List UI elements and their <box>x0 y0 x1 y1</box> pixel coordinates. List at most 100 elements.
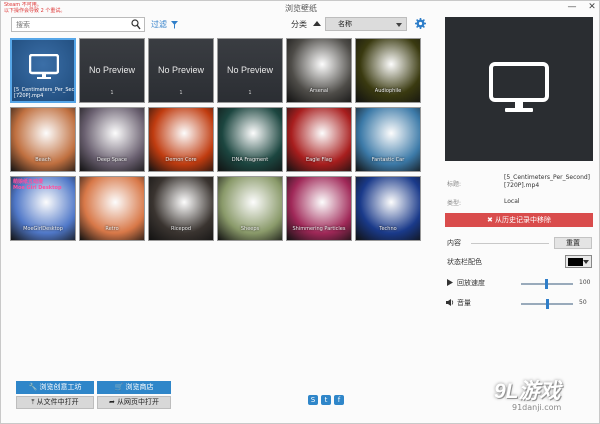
no-preview-label: No Preview <box>157 65 204 75</box>
tile-overlay-text: 萌娘纸五动漫 Moe Girl Desktop <box>13 179 62 191</box>
open-from-web-label: 从网页中打开 <box>117 398 160 406</box>
statusbar-color-picker[interactable] <box>565 255 592 268</box>
statusbar-color-label: 状态栏配色 <box>447 258 482 266</box>
minimize-icon[interactable]: — <box>567 2 577 12</box>
wrench-icon: 🔧 <box>28 383 38 391</box>
monitor-icon <box>29 54 59 79</box>
cart-icon: 🛒 <box>114 383 124 391</box>
browse-wallpaper-window: Steam 不可用。 以下操作会导致 2 个重试。 浏览壁纸 — ✕ 过滤 分类… <box>0 0 600 424</box>
wallpaper-tile[interactable]: No Preview 1 <box>79 38 145 103</box>
play-icon <box>447 279 453 286</box>
sort-label: 分类 <box>291 20 307 29</box>
window-controls: — ✕ <box>567 2 597 12</box>
share-arrow-icon: ➦ <box>108 398 115 406</box>
title-bar: Steam 不可用。 以下操作会导致 2 个重试。 浏览壁纸 — ✕ <box>1 1 600 17</box>
wallpaper-tile[interactable]: Arsenal <box>286 38 352 103</box>
search-input[interactable] <box>12 18 128 31</box>
funnel-icon <box>171 20 178 29</box>
chevron-down-icon <box>396 23 402 27</box>
tile-caption: Shimmering Particles <box>292 226 346 232</box>
search-icon[interactable] <box>131 19 141 30</box>
content-label: 内容 <box>447 239 461 247</box>
chevron-down-icon <box>583 260 589 264</box>
wallpaper-tile[interactable]: 萌娘纸五动漫 Moe Girl Desktop MoeGirlDesktop <box>10 176 76 241</box>
wallpaper-tile[interactable]: Retro <box>79 176 145 241</box>
browse-store-button[interactable]: 🛒 浏览商店 <box>97 381 171 394</box>
wallpaper-tile[interactable]: Deep Space <box>79 107 145 172</box>
type-label: 类型: <box>447 200 462 207</box>
tile-count: 1 <box>248 90 252 96</box>
wallpaper-tile[interactable]: [5_Centimeters_Per_Second][720P].mp4 <box>10 38 76 103</box>
watermark-logo: 9L游戏 <box>494 380 561 403</box>
volume-icon <box>446 299 454 306</box>
browse-workshop-button[interactable]: 🔧 浏览创意工坊 <box>16 381 94 394</box>
tile-caption: Ricepod <box>170 226 192 232</box>
wallpaper-tile[interactable]: Fantastic Car <box>355 107 421 172</box>
sort-value: 名称 <box>338 20 352 28</box>
volume-slider[interactable] <box>521 299 573 309</box>
tile-count: 1 <box>110 90 114 96</box>
twitter-icon[interactable]: t <box>321 395 331 405</box>
slider-knob[interactable] <box>545 279 548 289</box>
wallpaper-tile[interactable]: Ricepod <box>148 176 214 241</box>
playback-speed-slider[interactable] <box>521 279 573 289</box>
tile-caption: Audiophile <box>374 88 402 94</box>
wallpaper-tile[interactable]: Demon Core <box>148 107 214 172</box>
wallpaper-preview <box>445 17 593 161</box>
wallpaper-tile[interactable]: No Preview 1 <box>148 38 214 103</box>
divider <box>471 243 549 244</box>
tile-filename: [5_Centimeters_Per_Second][720P].mp4 <box>14 87 75 99</box>
wallpaper-tile[interactable]: No Preview 1 <box>217 38 283 103</box>
tile-caption: Beach <box>35 157 51 163</box>
filter-label: 过滤 <box>151 20 167 29</box>
open-from-web-button[interactable]: ➦ 从网页中打开 <box>97 396 171 409</box>
wallpaper-tile[interactable]: Techno <box>355 176 421 241</box>
close-icon[interactable]: ✕ <box>587 2 597 12</box>
facebook-icon[interactable]: f <box>334 395 344 405</box>
title-value: [5_Centimeters_Per_Second][720P].mp4 <box>504 174 591 189</box>
gear-icon[interactable] <box>415 18 426 29</box>
browse-workshop-label: 浏览创意工坊 <box>39 383 82 391</box>
remove-from-history-button[interactable]: ✖ 从历史记录中移除 <box>445 213 593 227</box>
social-links: S t f <box>308 395 344 405</box>
tile-caption: Fantastic Car <box>371 157 405 163</box>
reset-button[interactable]: 重置 <box>554 237 592 249</box>
tile-caption: DNA Fragment <box>231 157 269 163</box>
monitor-icon <box>489 62 549 112</box>
tile-caption: Demon Core <box>165 157 197 163</box>
tile-caption: Techno <box>379 226 397 232</box>
wallpaper-tile[interactable]: Sheeps <box>217 176 283 241</box>
type-value: Local <box>504 198 520 205</box>
tile-caption: Arsenal <box>309 88 329 94</box>
upload-icon: ⤒ <box>31 398 35 406</box>
color-swatch <box>568 258 583 266</box>
tile-caption: Retro <box>105 226 119 232</box>
sort-direction-icon[interactable] <box>313 21 321 26</box>
steam-icon[interactable]: S <box>308 395 318 405</box>
tile-caption: Deep Space <box>96 157 127 163</box>
open-from-file-button[interactable]: ⤒ 从文件中打开 <box>16 396 94 409</box>
tile-caption: Sheeps <box>240 226 260 232</box>
tile-count: 1 <box>179 90 183 96</box>
title-label: 标题: <box>447 181 462 188</box>
volume-value: 50 <box>579 299 587 306</box>
wallpaper-tile[interactable]: Eagle Flag <box>286 107 352 172</box>
wallpaper-tile[interactable]: Beach <box>10 107 76 172</box>
wallpaper-tile[interactable]: Shimmering Particles <box>286 176 352 241</box>
window-title: 浏览壁纸 <box>285 4 317 13</box>
sort-dropdown[interactable]: 名称 <box>325 17 407 31</box>
browse-store-label: 浏览商店 <box>125 383 154 391</box>
open-from-file-label: 从文件中打开 <box>36 398 79 406</box>
wallpaper-tile[interactable]: Audiophile <box>355 38 421 103</box>
watermark-url: 91danji.com <box>512 403 562 412</box>
volume-label: 音量 <box>457 299 471 307</box>
filter-button[interactable]: 过滤 <box>151 19 178 30</box>
playback-speed-value: 100 <box>579 279 591 286</box>
tile-caption: MoeGirlDesktop <box>23 226 63 232</box>
slider-knob[interactable] <box>546 299 549 309</box>
no-preview-label: No Preview <box>88 65 135 75</box>
site-watermark: 9L游戏 91danji.com <box>494 375 594 417</box>
search-box <box>11 17 145 32</box>
tile-caption: Eagle Flag <box>306 157 332 163</box>
wallpaper-tile[interactable]: DNA Fragment <box>217 107 283 172</box>
